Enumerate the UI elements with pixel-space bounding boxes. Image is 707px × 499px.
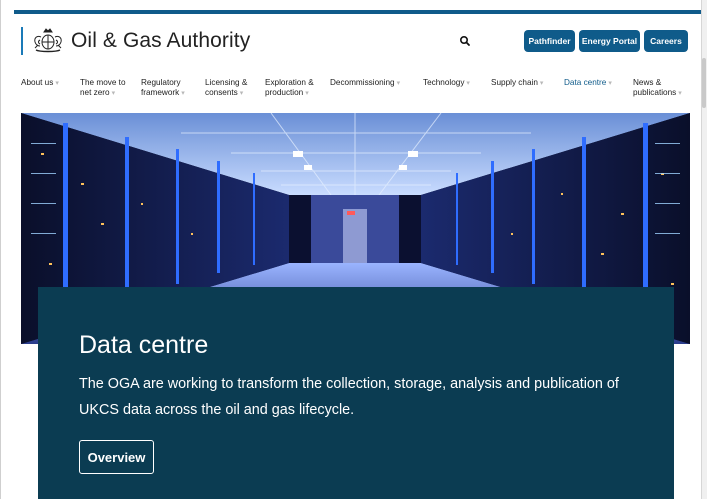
nav-item-regulatory-framework[interactable]: Regulatory framework ▾ <box>141 78 185 98</box>
chevron-down-icon: ▾ <box>539 80 544 87</box>
chevron-down-icon: ▾ <box>396 80 401 87</box>
energy-portal-button[interactable]: Energy Portal <box>579 30 640 52</box>
chevron-down-icon: ▾ <box>239 89 244 97</box>
nav-item-licensing-consents[interactable]: Licensing & consents ▾ <box>205 78 247 98</box>
main-navigation: About us ▾ The move to net zero ▾ Regulato… <box>0 78 700 102</box>
nav-item-about-us[interactable]: About us ▾ <box>21 78 59 89</box>
window-left-edge <box>0 0 1 499</box>
pathfinder-button[interactable]: Pathfinder <box>524 30 575 52</box>
nav-label: Supply chain <box>491 78 538 87</box>
overview-button[interactable]: Overview <box>79 440 154 474</box>
chevron-down-icon: ▾ <box>466 80 470 87</box>
nav-item-supply-chain[interactable]: Supply chain ▾ <box>491 78 543 89</box>
nav-label: News & <box>633 78 662 87</box>
nav-label-line2: net zero <box>80 87 110 97</box>
nav-item-net-zero[interactable]: The move to net zero ▾ <box>80 78 126 98</box>
chevron-down-icon: ▾ <box>678 89 682 97</box>
nav-label: Exploration & <box>265 78 314 87</box>
nav-label: Decommissioning <box>330 78 395 87</box>
chevron-down-icon: ▾ <box>305 89 309 97</box>
search-icon[interactable] <box>457 33 473 49</box>
nav-label-line2: publications <box>633 87 677 97</box>
chevron-down-icon: ▾ <box>608 80 612 87</box>
chevron-down-icon: ▾ <box>181 89 185 97</box>
nav-label-line2: consents <box>205 87 238 97</box>
chevron-down-icon: ▾ <box>111 89 116 97</box>
nav-label: About us <box>21 78 54 87</box>
nav-label: Licensing & <box>205 78 248 87</box>
nav-label: Regulatory <box>141 78 181 87</box>
royal-crest-icon <box>34 28 62 53</box>
careers-button[interactable]: Careers <box>644 30 688 52</box>
logo-accent-bar <box>21 27 23 55</box>
nav-label: The move to <box>80 78 126 87</box>
nav-item-decommissioning[interactable]: Decommissioning ▾ <box>330 78 400 89</box>
site-logo[interactable]: Oil & Gas Authority <box>21 27 250 55</box>
hero-content-panel: Data centre The OGA are working to trans… <box>38 287 674 499</box>
top-accent-bar <box>14 10 702 14</box>
nav-item-exploration-production[interactable]: Exploration & production ▾ <box>265 78 314 98</box>
nav-label-line2: framework <box>141 87 180 97</box>
nav-label: Technology <box>423 78 465 87</box>
nav-item-data-centre[interactable]: Data centre ▾ <box>564 78 612 89</box>
nav-item-technology[interactable]: Technology ▾ <box>423 78 470 89</box>
page-description: The OGA are working to transform the col… <box>79 376 619 418</box>
site-name: Oil & Gas Authority <box>71 29 251 52</box>
nav-label-line2: production <box>265 87 304 97</box>
nav-label: Data centre <box>564 78 607 87</box>
nav-item-news-publications[interactable]: News & publications ▾ <box>633 78 682 98</box>
chevron-down-icon: ▾ <box>55 80 59 87</box>
scrollbar-thumb[interactable] <box>702 58 706 108</box>
page-title: Data centre <box>79 331 209 359</box>
